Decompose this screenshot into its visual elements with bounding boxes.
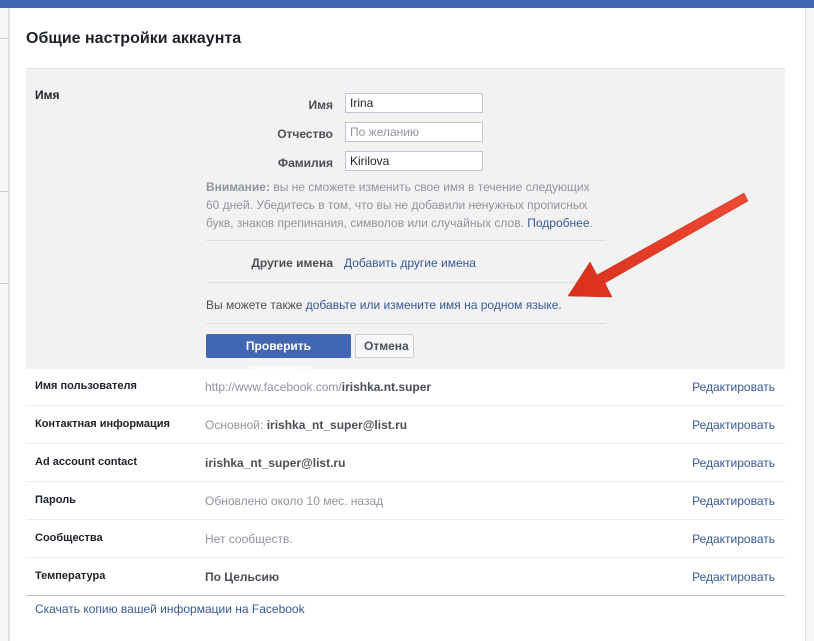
- top-navigation-bar: [0, 0, 814, 8]
- learn-more-link[interactable]: Подробнее: [527, 216, 589, 230]
- left-sidebar-edge: [0, 8, 9, 641]
- row-value: http://www.facebook.com/irishka.nt.super: [205, 380, 431, 394]
- row-value-bold: irishka_nt_super@list.ru: [205, 456, 346, 470]
- divider: [206, 240, 606, 241]
- page-title: Общие настройки аккаунта: [26, 30, 242, 47]
- row-value-bold: По Цельсию: [205, 570, 280, 584]
- cancel-button[interactable]: Отмена: [355, 334, 414, 358]
- divider: [206, 282, 606, 283]
- middle-name-label: Отчество: [277, 127, 333, 141]
- right-page-edge: [805, 8, 814, 641]
- first-name-label: Имя: [308, 98, 333, 112]
- row-label: Температура: [35, 570, 106, 582]
- download-copy-link[interactable]: Скачать копию: [35, 602, 118, 616]
- row-label: Контактная информация: [35, 418, 170, 430]
- last-name-label: Фамилия: [277, 156, 333, 170]
- row-value: По Цельсию: [205, 570, 279, 584]
- row-value-bold: irishka.nt.super: [341, 380, 432, 394]
- native-name-link[interactable]: добавьте или измените имя на родном язык…: [306, 298, 559, 312]
- sidebar-divider: [0, 38, 8, 39]
- section-label-name: Имя: [35, 88, 60, 102]
- settings-row-temperature: Температура По Цельсию Редактировать: [26, 558, 785, 596]
- other-names-label: Другие имена: [251, 256, 333, 270]
- row-value-bold: irishka_nt_super@list.ru: [266, 418, 408, 432]
- warning-lead: Внимание:: [206, 180, 270, 194]
- row-value: irishka_nt_super@list.ru: [205, 456, 345, 470]
- native-name-text: Вы можете также: [206, 298, 306, 312]
- download-text: вашей информации на Facebook: [117, 602, 305, 616]
- settings-row-communities: Сообщества Нет сообществ. Редактировать: [26, 520, 785, 558]
- row-value-plain: Основной:: [205, 418, 267, 432]
- row-label: Сообщества: [35, 532, 103, 544]
- row-value: Нет сообществ.: [205, 532, 293, 546]
- name-change-warning: Внимание: вы не сможете изменить свое им…: [206, 178, 606, 232]
- row-label: Ad account contact: [35, 456, 138, 468]
- sidebar-divider: [0, 283, 8, 284]
- edit-password-link[interactable]: Редактировать: [692, 494, 775, 508]
- settings-panel: Общие настройки аккаунта Имя Имя Отчеств…: [9, 8, 806, 641]
- row-value: Обновлено около 10 мес. назад: [205, 494, 383, 508]
- edit-contact-link[interactable]: Редактировать: [692, 418, 775, 432]
- first-name-input[interactable]: [345, 93, 483, 113]
- row-value-plain: Нет сообществ.: [205, 532, 293, 546]
- row-label: Имя пользователя: [35, 380, 137, 392]
- edit-temperature-link[interactable]: Редактировать: [692, 570, 775, 584]
- native-name-end: .: [558, 298, 562, 312]
- settings-row-password: Пароль Обновлено около 10 мес. назад Ред…: [26, 482, 785, 520]
- settings-row-username: Имя пользователя http://www.facebook.com…: [26, 368, 785, 406]
- download-info-line: Скачать копию вашей информации на Facebo…: [35, 602, 305, 616]
- row-value: Основной: irishka_nt_super@list.ru: [205, 418, 407, 432]
- last-name-input[interactable]: [345, 151, 483, 171]
- add-other-names-link[interactable]: Добавить другие имена: [344, 256, 476, 270]
- row-label: Пароль: [35, 494, 76, 506]
- settings-row-ad-account-contact: Ad account contact irishka_nt_super@list…: [26, 444, 785, 482]
- native-name-line: Вы можете также добавьте или измените им…: [206, 298, 562, 312]
- divider: [206, 323, 606, 324]
- name-edit-section: Имя Имя Отчество Фамилия Внимание: вы не…: [26, 68, 785, 375]
- middle-name-input[interactable]: [345, 122, 483, 142]
- sidebar-divider: [0, 191, 8, 192]
- settings-list: Имя пользователя http://www.facebook.com…: [26, 368, 785, 596]
- row-value-plain: Обновлено около 10 мес. назад: [205, 494, 384, 508]
- warning-end: .: [589, 216, 593, 230]
- settings-row-contact: Контактная информация Основной: irishka_…: [26, 406, 785, 444]
- edit-communities-link[interactable]: Редактировать: [692, 532, 775, 546]
- review-changes-button[interactable]: Проверить изменения: [206, 334, 351, 375]
- edit-username-link[interactable]: Редактировать: [692, 380, 775, 394]
- edit-ad-contact-link[interactable]: Редактировать: [692, 456, 775, 470]
- row-value-plain: http://www.facebook.com/: [205, 380, 342, 394]
